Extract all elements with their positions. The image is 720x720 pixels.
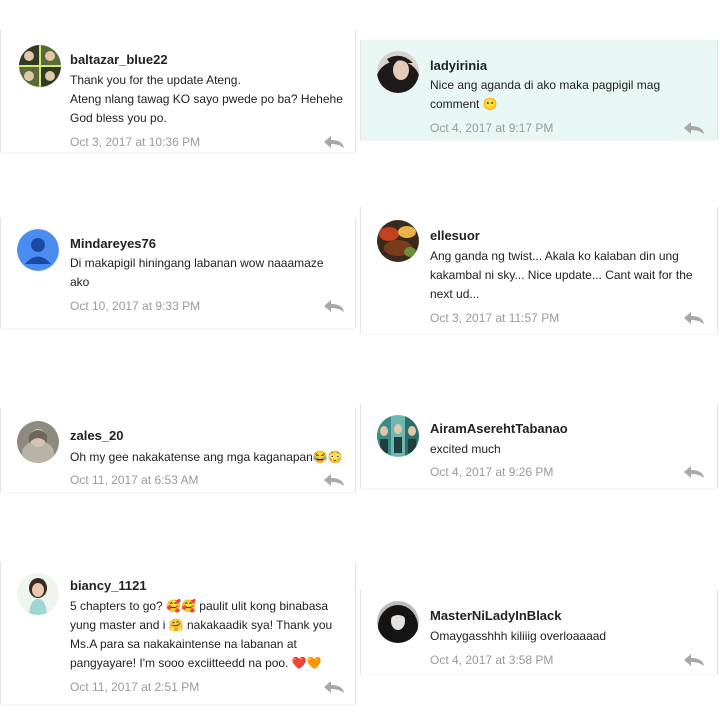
- dark-hair-avatar-icon[interactable]: [377, 51, 419, 93]
- black-hair-avatar-icon[interactable]: [377, 601, 419, 643]
- comment-text: Oh my gee nakakatense ang mga kaganapan😂…: [70, 450, 343, 464]
- comment-text: 5 chapters to go? 🥰🥰 paulit ulit kong bi…: [70, 599, 333, 670]
- default-user-avatar-icon[interactable]: [17, 229, 59, 271]
- photo-avatar-icon[interactable]: [17, 421, 59, 463]
- comment-text: Nice ang aganda di ako maka pagpigil mag…: [430, 78, 661, 111]
- comment-card: ellesuor Ang ganda ng twist... Akala ko …: [360, 207, 718, 333]
- comment-card: baltazar_blue22 Thank you for the update…: [0, 30, 356, 152]
- comment-text: Omaygasshhh kiliiig overloaaaad: [430, 629, 607, 643]
- username[interactable]: Mindareyes76: [70, 236, 156, 251]
- collage-avatar-icon[interactable]: [19, 45, 61, 87]
- timestamp: Oct 4, 2017 at 3:58 PM: [430, 653, 554, 667]
- username[interactable]: MasterNiLadyInBlack: [430, 608, 562, 623]
- timestamp: Oct 3, 2017 at 11:57 PM: [430, 311, 560, 325]
- comment-card-highlighted: ladyirinia Nice ang aganda di ako maka p…: [360, 40, 718, 140]
- reply-arrow-icon[interactable]: [683, 653, 705, 667]
- timestamp: Oct 11, 2017 at 6:53 AM: [70, 473, 199, 487]
- timestamp: Oct 4, 2017 at 9:17 PM: [430, 121, 554, 135]
- username[interactable]: ladyirinia: [430, 58, 487, 73]
- reply-arrow-icon[interactable]: [323, 135, 345, 149]
- food-avatar-icon[interactable]: [377, 220, 419, 262]
- username[interactable]: AiramAserehtTabanao: [430, 421, 568, 436]
- reply-arrow-icon[interactable]: [683, 465, 705, 479]
- comment-card: AiramAserehtTabanao excited much Oct 4, …: [360, 404, 718, 488]
- timestamp: Oct 11, 2017 at 2:51 PM: [70, 680, 200, 694]
- comment-card: Mindareyes76 Di makapigil hiningang laba…: [0, 218, 356, 328]
- reply-arrow-icon[interactable]: [323, 473, 345, 487]
- reply-arrow-icon[interactable]: [323, 299, 345, 313]
- timestamp: Oct 3, 2017 at 10:36 PM: [70, 135, 201, 149]
- timestamp: Oct 4, 2017 at 9:26 PM: [430, 465, 554, 479]
- username[interactable]: biancy_1121: [70, 578, 147, 593]
- reply-arrow-icon[interactable]: [683, 121, 705, 135]
- reply-arrow-icon[interactable]: [323, 680, 345, 694]
- username[interactable]: baltazar_blue22: [70, 52, 168, 67]
- comment-text: Di makapigil hiningang labanan wow naaam…: [70, 256, 324, 289]
- comment-card: biancy_1121 5 chapters to go? 🥰🥰 paulit …: [0, 562, 356, 704]
- username[interactable]: ellesuor: [430, 228, 480, 243]
- comment-card: MasterNiLadyInBlack Omaygasshhh kiliiig …: [360, 590, 718, 674]
- comment-text: Thank you for the update Ateng. Ateng nl…: [70, 73, 343, 125]
- username[interactable]: zales_20: [70, 428, 124, 443]
- comment-text: Ang ganda ng twist... Akala ko kalaban d…: [430, 249, 693, 301]
- girl-avatar-icon[interactable]: [17, 573, 59, 615]
- reply-arrow-icon[interactable]: [683, 311, 705, 325]
- teal-collage-avatar-icon[interactable]: [377, 415, 419, 457]
- comment-text: excited much: [430, 442, 501, 456]
- comment-card: zales_20 Oh my gee nakakatense ang mga k…: [0, 408, 356, 492]
- timestamp: Oct 10, 2017 at 9:33 PM: [70, 299, 201, 313]
